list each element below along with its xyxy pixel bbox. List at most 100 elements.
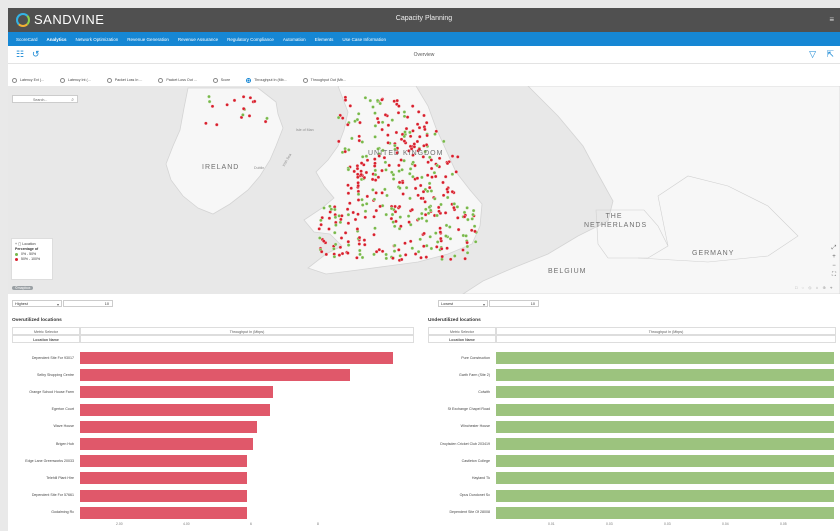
- site-marker[interactable]: [232, 98, 237, 103]
- site-marker[interactable]: [362, 238, 367, 242]
- nav-item-regulatory-compliance[interactable]: Regulatory Compliance: [227, 37, 274, 42]
- site-marker[interactable]: [424, 207, 428, 212]
- site-marker[interactable]: [434, 231, 438, 235]
- site-marker[interactable]: [464, 234, 468, 238]
- site-marker[interactable]: [346, 221, 351, 225]
- radio-button-icon[interactable]: [12, 77, 17, 83]
- bar[interactable]: [80, 489, 247, 502]
- bar[interactable]: [80, 506, 247, 519]
- site-marker[interactable]: [343, 146, 347, 151]
- site-marker[interactable]: [375, 116, 380, 121]
- site-marker[interactable]: [422, 244, 426, 248]
- site-marker[interactable]: [340, 214, 344, 218]
- site-marker[interactable]: [372, 215, 376, 219]
- site-marker[interactable]: [327, 227, 331, 231]
- site-marker[interactable]: [386, 123, 391, 127]
- site-marker[interactable]: [445, 161, 450, 166]
- site-marker[interactable]: [423, 212, 428, 217]
- site-marker[interactable]: [462, 210, 467, 215]
- site-marker[interactable]: [374, 208, 379, 213]
- site-marker[interactable]: [473, 229, 477, 234]
- site-marker[interactable]: [356, 112, 361, 116]
- site-marker[interactable]: [452, 205, 456, 210]
- site-marker[interactable]: [403, 253, 408, 257]
- site-marker[interactable]: [363, 96, 368, 100]
- reset-view-icon[interactable]: ⛶: [830, 271, 838, 280]
- site-marker[interactable]: [374, 191, 378, 195]
- site-marker[interactable]: [387, 163, 391, 168]
- site-marker[interactable]: [402, 158, 406, 163]
- site-marker[interactable]: [346, 167, 351, 172]
- site-marker[interactable]: [410, 246, 415, 250]
- map-search-input[interactable]: Search... ⌕: [12, 95, 78, 103]
- menu-icon[interactable]: ≡: [829, 15, 834, 24]
- site-marker[interactable]: [426, 160, 430, 164]
- site-marker[interactable]: [352, 169, 356, 174]
- site-marker[interactable]: [328, 204, 332, 209]
- site-marker[interactable]: [336, 115, 341, 120]
- site-marker[interactable]: [435, 163, 439, 168]
- site-marker[interactable]: [466, 217, 470, 222]
- site-marker[interactable]: [204, 121, 208, 126]
- site-marker[interactable]: [445, 195, 450, 200]
- site-marker[interactable]: [393, 243, 397, 248]
- site-marker[interactable]: [430, 175, 434, 179]
- site-marker[interactable]: [465, 244, 470, 249]
- site-marker[interactable]: [400, 168, 404, 172]
- site-marker[interactable]: [207, 94, 211, 99]
- bar[interactable]: [80, 455, 247, 468]
- radio-button-icon[interactable]: [106, 77, 112, 83]
- site-marker[interactable]: [357, 134, 361, 139]
- site-marker[interactable]: [400, 180, 405, 185]
- site-marker[interactable]: [391, 177, 396, 181]
- site-marker[interactable]: [470, 217, 474, 221]
- site-marker[interactable]: [408, 239, 413, 244]
- site-marker[interactable]: [363, 242, 367, 247]
- site-marker[interactable]: [359, 161, 364, 165]
- site-marker[interactable]: [439, 202, 443, 207]
- site-marker[interactable]: [356, 192, 361, 196]
- site-marker[interactable]: [397, 180, 402, 185]
- site-marker[interactable]: [372, 164, 377, 168]
- site-marker[interactable]: [398, 215, 403, 219]
- site-marker[interactable]: [248, 96, 253, 100]
- site-marker[interactable]: [376, 120, 381, 125]
- site-marker[interactable]: [339, 236, 344, 240]
- site-marker[interactable]: [319, 218, 323, 223]
- site-marker[interactable]: [346, 251, 350, 255]
- site-marker[interactable]: [433, 197, 437, 201]
- sort-select[interactable]: Lowest: [438, 299, 488, 308]
- site-marker[interactable]: [357, 138, 362, 143]
- site-marker[interactable]: [472, 224, 477, 228]
- site-marker[interactable]: [373, 157, 377, 161]
- site-marker[interactable]: [425, 243, 429, 248]
- bar[interactable]: [496, 403, 834, 416]
- bar[interactable]: [80, 420, 257, 433]
- site-marker[interactable]: [332, 247, 336, 251]
- site-marker[interactable]: [450, 189, 455, 194]
- bar[interactable]: [496, 369, 834, 382]
- site-marker[interactable]: [403, 241, 407, 245]
- site-marker[interactable]: [445, 246, 449, 250]
- site-marker[interactable]: [390, 170, 394, 175]
- site-marker[interactable]: [417, 125, 422, 130]
- site-marker[interactable]: [394, 219, 398, 224]
- radio-button-icon[interactable]: [59, 77, 65, 83]
- site-marker[interactable]: [386, 133, 390, 137]
- metric-radio[interactable]: Throughput In (Mb...: [246, 77, 287, 83]
- filter-icon[interactable]: ▽: [809, 49, 816, 60]
- site-marker[interactable]: [418, 183, 423, 188]
- site-marker[interactable]: [389, 206, 394, 211]
- site-marker[interactable]: [452, 202, 457, 206]
- site-marker[interactable]: [433, 132, 437, 136]
- site-marker[interactable]: [346, 191, 351, 195]
- site-marker[interactable]: [465, 206, 469, 210]
- site-marker[interactable]: [363, 215, 368, 220]
- site-marker[interactable]: [440, 254, 444, 259]
- bar[interactable]: [496, 438, 834, 450]
- site-marker[interactable]: [333, 207, 337, 212]
- site-marker[interactable]: [439, 247, 444, 251]
- metric-radio[interactable]: Throughput Out (Mb...: [302, 77, 346, 83]
- site-marker[interactable]: [465, 240, 469, 245]
- site-marker[interactable]: [419, 196, 423, 201]
